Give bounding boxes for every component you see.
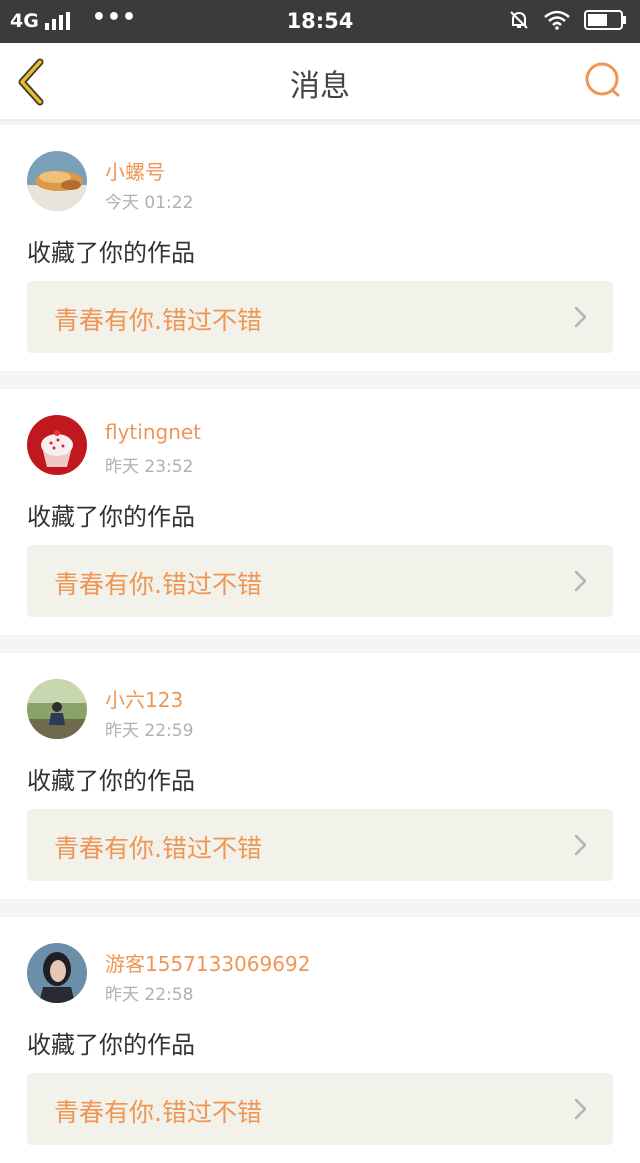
avatar[interactable] (27, 943, 87, 1003)
username[interactable]: 小螺号 (105, 156, 165, 185)
message-time: 昨天 22:59 (105, 721, 194, 741)
work-link[interactable]: 青春有你.错过不错 (27, 809, 613, 881)
action-text: 收藏了你的作品 (27, 503, 195, 531)
message-list: 小螺号 今天 01:22 收藏了你的作品 青春有你.错过不错 flytingne… (0, 125, 640, 1163)
chevron-right-icon (574, 570, 587, 592)
message-card: flytingnet 昨天 23:52 收藏了你的作品 青春有你.错过不错 (0, 389, 640, 635)
chevron-right-icon (574, 1098, 587, 1120)
app-header: 消息 (0, 43, 640, 121)
work-link[interactable]: 青春有你.错过不错 (27, 1073, 613, 1145)
chevron-right-icon (574, 834, 587, 856)
work-title: 青春有你.错过不错 (54, 834, 262, 863)
mute-bell-icon (510, 11, 528, 29)
search-button[interactable] (582, 59, 626, 103)
status-bar: 4G ••• 18:54 (0, 0, 640, 43)
username[interactable]: 游客1557133069692 (105, 948, 310, 977)
username[interactable]: 小六123 (105, 684, 183, 713)
message-card: 小螺号 今天 01:22 收藏了你的作品 青春有你.错过不错 (0, 125, 640, 371)
avatar-portrait-image (27, 943, 87, 1003)
message-time: 今天 01:22 (105, 193, 194, 213)
message-time: 昨天 23:52 (105, 457, 194, 477)
action-text: 收藏了你的作品 (27, 767, 195, 795)
status-right (508, 9, 628, 31)
work-link[interactable]: 青春有你.错过不错 (27, 281, 613, 353)
action-text: 收藏了你的作品 (27, 239, 195, 267)
page-title: 消息 (290, 69, 350, 104)
avatar-person-outdoor-image (27, 679, 87, 739)
avatar[interactable] (27, 679, 87, 739)
work-link[interactable]: 青春有你.错过不错 (27, 545, 613, 617)
work-title: 青春有你.错过不错 (54, 570, 262, 599)
avatar[interactable] (27, 415, 87, 475)
username[interactable]: flytingnet (105, 420, 201, 444)
search-icon (585, 62, 620, 97)
avatar-cupcake-image (27, 415, 87, 475)
message-card: 小六123 昨天 22:59 收藏了你的作品 青春有你.错过不错 (0, 653, 640, 899)
avatar[interactable] (27, 151, 87, 211)
chevron-right-icon (574, 306, 587, 328)
action-text: 收藏了你的作品 (27, 1031, 195, 1059)
battery-icon (584, 10, 626, 30)
wifi-icon (544, 10, 570, 30)
message-card: 游客1557133069692 昨天 22:58 收藏了你的作品 青春有你.错过… (0, 917, 640, 1163)
work-title: 青春有你.错过不错 (54, 306, 262, 335)
avatar-food-image (27, 151, 87, 211)
work-title: 青春有你.错过不错 (54, 1098, 262, 1127)
message-time: 昨天 22:58 (105, 985, 194, 1005)
